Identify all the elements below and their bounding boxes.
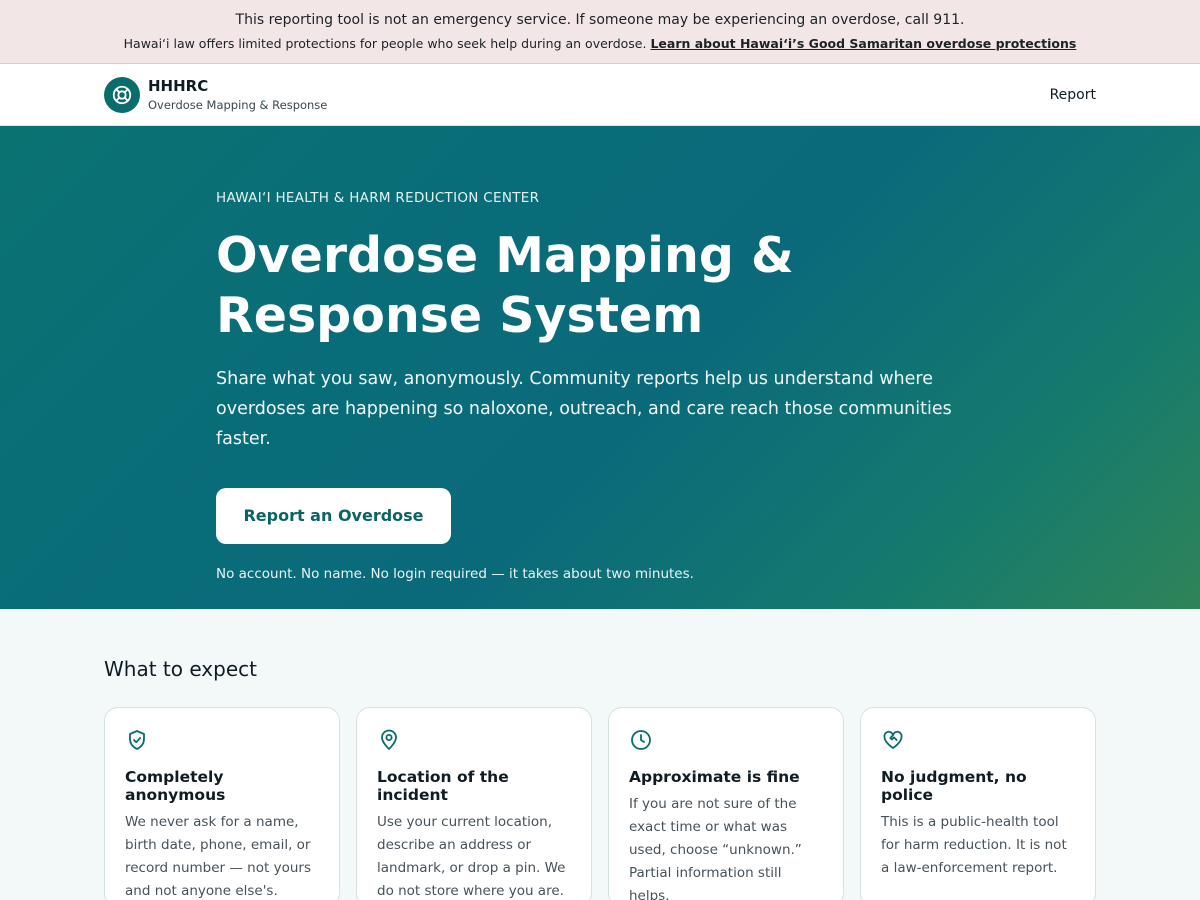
hero-description: Share what you saw, anonymously. Communi… (216, 369, 952, 449)
card-anonymous: Completely anonymous We never ask for a … (104, 707, 340, 900)
brand-subtitle: Overdose Mapping & Response (148, 97, 328, 112)
card-title: Approximate is fine (629, 768, 800, 786)
card-approximate: Approximate is fine If you are not sure … (608, 707, 844, 900)
hero-eyebrow: HAWAI‘I HEALTH & HARM REDUCTION CENTER (216, 190, 540, 206)
site-header: HHHRC Overdose Mapping & Response Report (0, 64, 1200, 126)
good-samaritan-text: Hawai‘i law offers limited protections f… (123, 36, 647, 51)
emergency-banner: This reporting tool is not an emergency … (0, 0, 1200, 64)
good-samaritan-notice: Hawai‘i law offers limited protections f… (0, 34, 1200, 54)
lifebuoy-icon (104, 76, 140, 113)
card-text: We never ask for a name, birth date, pho… (125, 814, 311, 899)
expect-cards: Completely anonymous We never ask for a … (104, 707, 1096, 900)
card-title: Location of the incident (377, 768, 509, 804)
good-samaritan-link[interactable]: Learn about Hawai‘i’s Good Samaritan ove… (650, 36, 1076, 51)
hero-note: No account. No name. No login required —… (216, 566, 694, 582)
card-title: Completely anonymous (125, 768, 226, 804)
emergency-notice: This reporting tool is not an emergency … (235, 12, 965, 28)
clock-icon (631, 730, 651, 750)
heart-handshake-icon (883, 730, 903, 749)
what-to-expect-section: What to expect Completely anonymous We n… (0, 609, 1200, 900)
brand[interactable]: HHHRC Overdose Mapping & Response (104, 76, 328, 113)
brand-name: HHHRC (148, 76, 209, 95)
shield-check-icon (129, 730, 145, 750)
card-location: Location of the incident Use your curren… (356, 707, 592, 900)
page-title: Overdose Mapping & Response System (216, 227, 794, 344)
card-no-judgment: No judgment, no police This is a public-… (860, 707, 1096, 900)
card-text: This is a public-health tool for harm re… (881, 814, 1067, 876)
map-pin-icon (381, 729, 397, 750)
card-title: No judgment, no police (881, 768, 1027, 804)
section-heading: What to expect (104, 657, 257, 681)
hero-section: HAWAI‘I HEALTH & HARM REDUCTION CENTER O… (0, 126, 1200, 609)
report-overdose-button[interactable]: Report an Overdose (216, 488, 451, 544)
card-text: Use your current location, describe an a… (377, 814, 566, 899)
card-text: If you are not sure of the exact time or… (629, 796, 802, 900)
nav-report-link[interactable]: Report (1050, 87, 1096, 103)
